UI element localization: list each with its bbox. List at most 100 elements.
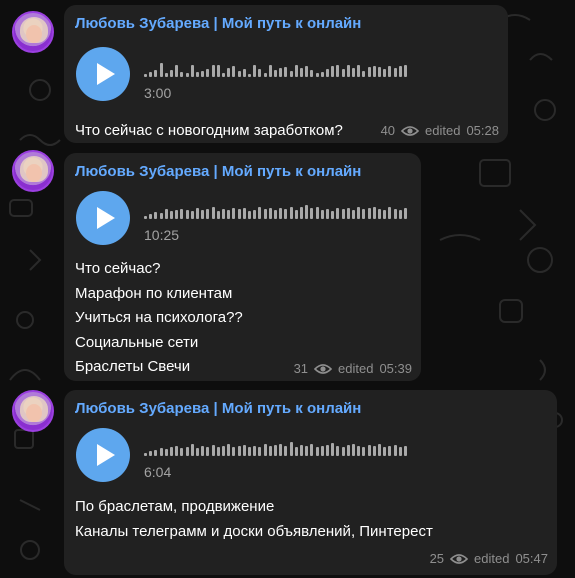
message-bubble[interactable]: Любовь Зубарева | Мой путь к онлайн 6:04… <box>64 390 557 575</box>
waveform-bar <box>398 210 402 219</box>
waveform-bar <box>284 209 288 219</box>
waveform-bar <box>237 71 241 77</box>
waveform-bar <box>222 209 225 219</box>
waveform-bar <box>185 73 189 77</box>
waveform-bar <box>367 208 371 219</box>
waveform-bar <box>211 445 215 456</box>
waveform-bar <box>352 444 355 456</box>
waveform-bar <box>274 210 277 219</box>
waveform-bar <box>149 72 153 77</box>
voice-waveform[interactable] <box>144 57 410 77</box>
waveform-bar <box>164 73 168 77</box>
waveform-bar <box>388 66 392 77</box>
message-bubble[interactable]: Любовь Зубарева | Мой путь к онлайн 3:00… <box>64 5 508 143</box>
waveform-bar <box>164 449 168 456</box>
waveform-bar <box>185 210 189 219</box>
waveform-bar <box>294 65 298 77</box>
waveform-bar <box>170 211 173 219</box>
waveform-bar <box>175 446 179 456</box>
sender-name[interactable]: Любовь Зубарева | Мой путь к онлайн <box>75 163 361 180</box>
waveform-bar <box>180 72 184 77</box>
waveform-bar <box>393 68 397 77</box>
waveform-bar <box>320 210 324 219</box>
message-line: Учиться на психолога?? <box>75 309 243 326</box>
waveform-bar <box>352 210 355 219</box>
views-count: 31 <box>293 361 309 376</box>
waveform-bar <box>190 211 194 219</box>
waveform-bar <box>372 207 376 219</box>
waveform-bar <box>253 65 257 77</box>
message-line: Социальные сети <box>75 333 199 351</box>
waveform-bar <box>279 68 283 77</box>
waveform-bar <box>284 446 288 456</box>
waveform-bar <box>201 446 205 456</box>
waveform-bar <box>300 68 303 77</box>
waveform-bar <box>185 447 189 456</box>
message-bubble[interactable]: Любовь Зубарева | Мой путь к онлайн 10:2… <box>64 153 421 381</box>
avatar[interactable] <box>12 11 54 53</box>
waveform-bar <box>372 446 376 456</box>
message-line: Что сейчас с новогодним заработком? <box>75 122 343 139</box>
waveform-bar <box>404 446 407 456</box>
waveform-bar <box>398 66 402 77</box>
waveform-bar <box>388 207 392 219</box>
avatar[interactable] <box>12 150 54 192</box>
waveform-bar <box>305 205 309 219</box>
edited-label: edited <box>338 361 374 376</box>
waveform-bar <box>175 210 179 219</box>
sender-name[interactable]: Любовь Зубарева | Мой путь к онлайн <box>75 400 361 417</box>
waveform-bar <box>232 447 236 456</box>
waveform-bar <box>211 65 215 77</box>
waveform-bar <box>196 448 199 456</box>
waveform-bar <box>232 66 236 77</box>
waveform-bar <box>227 68 231 77</box>
message-time: 05:28 <box>466 123 499 138</box>
waveform-bar <box>211 207 215 219</box>
waveform-bar <box>253 210 257 219</box>
waveform-bar <box>294 447 298 456</box>
waveform-bar <box>300 445 303 456</box>
waveform-bar <box>383 210 387 219</box>
waveform-bar <box>341 69 345 77</box>
message-meta: 40 edited 05:28 <box>381 123 499 138</box>
voice-waveform[interactable] <box>144 436 410 456</box>
waveform-bar <box>320 446 324 456</box>
waveform-bar <box>362 447 366 456</box>
waveform-bar <box>279 208 283 219</box>
waveform-bar <box>216 447 220 456</box>
waveform-bar <box>357 65 361 77</box>
play-icon <box>97 63 115 85</box>
avatar[interactable] <box>12 390 54 432</box>
waveform-bar <box>320 72 324 77</box>
play-button[interactable] <box>76 191 130 245</box>
waveform-bar <box>274 70 277 77</box>
waveform-bar <box>341 209 345 219</box>
waveform-bar <box>367 67 371 77</box>
waveform-bar <box>227 444 231 456</box>
waveform-bar <box>378 209 381 219</box>
message-line: По браслетам, продвижение <box>75 498 275 515</box>
waveform-bar <box>305 66 309 77</box>
waveform-bar <box>310 444 314 456</box>
waveform-bar <box>232 208 236 219</box>
waveform-bar <box>159 213 163 219</box>
sender-name[interactable]: Любовь Зубарева | Мой путь к онлайн <box>75 15 361 32</box>
play-button[interactable] <box>76 428 130 482</box>
eye-icon <box>401 125 420 136</box>
waveform-bar <box>206 209 210 219</box>
views-count: 40 <box>380 123 396 138</box>
waveform-bar <box>190 65 194 77</box>
message-time: 05:39 <box>379 361 412 376</box>
waveform-bar <box>310 208 314 219</box>
waveform-bar <box>284 67 288 77</box>
play-button[interactable] <box>76 47 130 101</box>
message-line: Браслеты Свечи <box>75 358 191 375</box>
waveform-bar <box>383 69 387 77</box>
waveform-bar <box>357 207 361 219</box>
waveform-bar <box>378 444 381 456</box>
edited-label: edited <box>425 123 461 138</box>
waveform-bar <box>144 453 147 456</box>
voice-waveform[interactable] <box>144 199 410 219</box>
message-text: Что сейчас? Марафон по клиентам Учиться … <box>75 257 243 380</box>
waveform-bar <box>404 65 407 77</box>
